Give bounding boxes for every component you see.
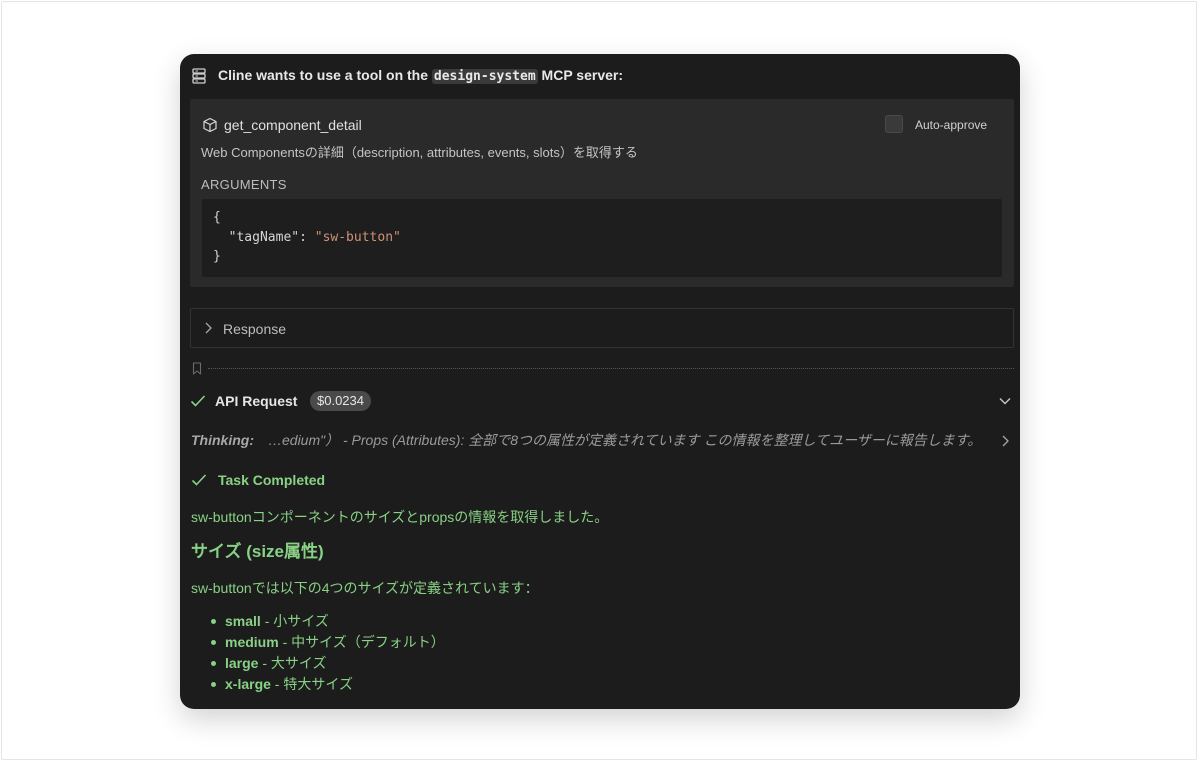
size-desc: - 小サイズ: [260, 613, 329, 629]
mcp-server-name: design-system: [431, 69, 538, 84]
size-list: small - 小サイズ medium - 中サイズ（デフォルト） large …: [210, 611, 445, 695]
tool-name: get_component_detail: [224, 117, 362, 133]
auto-approve-checkbox[interactable]: [885, 115, 903, 133]
size-desc: - 大サイズ: [258, 655, 327, 671]
size-desc: - 中サイズ（デフォルト）: [278, 634, 445, 650]
bookmark-icon[interactable]: [192, 362, 202, 375]
checkpoint-divider: [208, 368, 1014, 369]
completion-intro: sw-buttonコンポーネントのサイズとpropsの情報を取得しました。: [191, 509, 609, 525]
sizes-intro: sw-buttonでは以下の4つのサイズが定義されています：: [191, 580, 539, 596]
size-name: medium: [225, 634, 279, 650]
chevron-right-icon[interactable]: [1000, 434, 1010, 448]
response-toggle[interactable]: Response: [190, 308, 1014, 348]
thinking-label: Thinking:: [191, 432, 254, 448]
code-line-argument: "tagName": "sw-button": [213, 229, 401, 247]
title-prefix: Cline wants to use a tool on the: [218, 67, 432, 83]
thinking-text: …edium"） - Props (Attributes): 全部で8つの属性が…: [268, 432, 982, 448]
chat-panel: Cline wants to use a tool on the design-…: [180, 54, 1020, 709]
checkmark-icon: [190, 395, 206, 407]
server-stack-icon: [192, 68, 206, 84]
size-name: large: [225, 655, 259, 671]
size-name: x-large: [225, 676, 271, 692]
tool-request-title: Cline wants to use a tool on the design-…: [218, 66, 623, 86]
chevron-down-icon[interactable]: [998, 395, 1012, 407]
checkmark-icon: [191, 474, 207, 486]
api-request-title[interactable]: API Request: [215, 392, 297, 410]
size-desc: - 特大サイズ: [270, 676, 353, 692]
list-item: small - 小サイズ: [210, 611, 445, 632]
code-line-open: {: [213, 210, 221, 225]
arguments-code-block: { "tagName": "sw-button" }: [202, 199, 1002, 277]
response-label: Response: [223, 321, 287, 337]
list-item: x-large - 特大サイズ: [210, 674, 445, 695]
api-cost-badge: $0.0234: [310, 391, 371, 411]
size-heading: サイズ (size属性): [191, 542, 324, 561]
auto-approve-label[interactable]: Auto-approve: [915, 117, 987, 133]
code-line-close: }: [213, 249, 221, 264]
argument-key: "tagName":: [213, 230, 315, 245]
title-suffix: MCP server:: [537, 67, 623, 83]
tool-card: get_component_detail Auto-approve Web Co…: [190, 99, 1014, 287]
cube-icon: [203, 117, 217, 133]
tool-description: Web Componentsの詳細（description, attribute…: [201, 145, 638, 160]
thinking-summary[interactable]: Thinking: …edium"） - Props (Attributes): …: [191, 431, 991, 449]
task-completed-title: Task Completed: [218, 472, 326, 488]
chevron-right-icon: [205, 322, 212, 334]
list-item: large - 大サイズ: [210, 653, 445, 674]
arguments-label: ARGUMENTS: [201, 177, 287, 192]
list-item: medium - 中サイズ（デフォルト）: [210, 632, 445, 653]
argument-value: "sw-button": [314, 230, 401, 245]
size-name: small: [225, 613, 261, 629]
